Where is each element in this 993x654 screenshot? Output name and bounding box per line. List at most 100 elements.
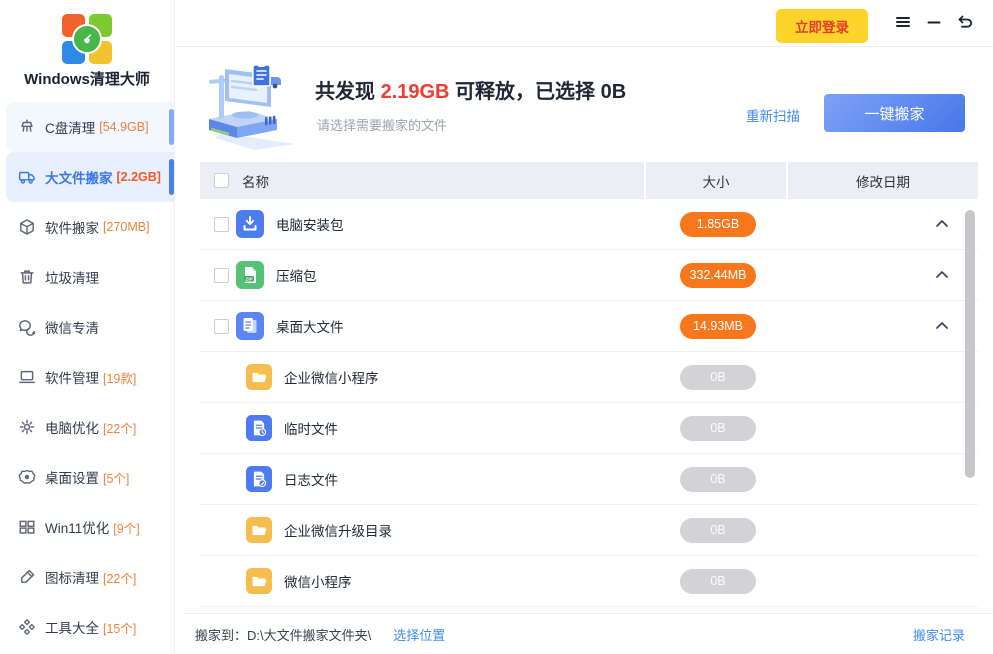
sidebar-item-label: C盘清理 — [45, 117, 95, 137]
file-list: 电脑安装包 1.85GB ZIP压缩包332.44MB桌面大文件14.93MB 企业微… — [200, 199, 978, 607]
folder-icon — [246, 568, 272, 594]
titlebar: 立即登录 — [175, 0, 993, 47]
summary-free-size: 2.19GB — [381, 81, 450, 103]
table-row: 微信小程序0B — [200, 556, 978, 607]
select-all-checkbox[interactable] — [214, 173, 229, 188]
footer-bar: 搬家到： D:\大文件搬家文件夹\ 选择位置 搬家记录 — [185, 613, 993, 654]
sidebar-item-label: 微信专清 — [45, 317, 99, 337]
table-header: 名称 大小 修改日期 — [200, 162, 978, 199]
sidebar-item-truck[interactable]: 大文件搬家[2.2GB] — [6, 152, 174, 202]
chevron-up-icon[interactable] — [934, 216, 950, 232]
sidebar-item-diamonds[interactable]: 工具大全[15个] — [0, 602, 174, 652]
row-label: 桌面大文件 — [276, 316, 648, 336]
sidebar-item-broom[interactable]: C盘清理[54.9GB] — [6, 102, 174, 152]
undo-exit-icon[interactable] — [955, 13, 973, 31]
sidebar-item-gear-circle[interactable]: 桌面设置[5个] — [0, 452, 174, 502]
size-badge: 0B — [680, 518, 756, 543]
summary-prefix: 共发现 — [315, 81, 381, 103]
sidebar-item-package[interactable]: 软件搬家[270MB] — [0, 202, 174, 252]
app-logo-icon — [62, 14, 112, 64]
sidebar-item-label: 垃圾清理 — [45, 267, 99, 287]
size-badge: 0B — [680, 416, 756, 441]
row-label: 临时文件 — [284, 418, 648, 438]
sidebar-item-label: Win11优化 — [45, 517, 109, 537]
sidebar-item-wechat[interactable]: 微信专清 — [0, 302, 174, 352]
folder-icon — [246, 364, 272, 390]
move-history-link[interactable]: 搬家记录 — [913, 625, 965, 644]
brush-icon — [18, 568, 36, 586]
chevron-up-icon[interactable] — [934, 318, 950, 334]
sidebar-item-brush[interactable]: 图标清理[22个] — [0, 552, 174, 602]
table-row: 企业微信升级目录 0B — [200, 505, 978, 556]
choose-location-link[interactable]: 选择位置 — [393, 625, 445, 644]
package-icon — [18, 218, 36, 236]
size-cell: 332.44MB — [648, 263, 788, 288]
column-size-label: 大小 — [703, 171, 730, 191]
column-name-label: 名称 — [242, 171, 269, 191]
table-row[interactable]: 电脑安装包 1.85GB — [200, 199, 978, 250]
menu-icon[interactable] — [894, 13, 912, 31]
sidebar-item-laptop[interactable]: 软件管理[19款] — [0, 352, 174, 402]
move-to-label: 搬家到： — [195, 625, 247, 644]
sidebar-item-value: [22个] — [103, 568, 136, 587]
table-row[interactable]: ZIP压缩包332.44MB — [200, 250, 978, 301]
logo-broom-icon — [72, 24, 102, 54]
row-label: 电脑安装包 — [276, 214, 648, 234]
svg-text:ZIP: ZIP — [245, 276, 252, 281]
sidebar-item-trash[interactable]: 垃圾清理 — [0, 252, 174, 302]
size-cell: 0B — [648, 467, 788, 492]
broom-icon — [18, 118, 36, 136]
size-cell: 0B — [648, 518, 788, 543]
installer-icon — [236, 210, 264, 238]
summary-title: 共发现 2.19GB 可释放，已选择 0B — [315, 75, 626, 104]
sidebar-item-value: [2.2GB] — [117, 170, 161, 184]
trash-icon — [18, 268, 36, 286]
docs-icon — [236, 312, 264, 340]
app-title: Windows清理大师 — [0, 68, 174, 89]
table-row: 日志文件0B — [200, 454, 978, 505]
size-cell: 1.85GB — [648, 212, 788, 237]
sidebar-item-value: [15个] — [103, 618, 136, 637]
size-cell: 0B — [648, 569, 788, 594]
row-label: 微信小程序 — [284, 571, 648, 591]
row-label: 日志文件 — [284, 469, 648, 489]
chevron-up-icon[interactable] — [934, 267, 950, 283]
sidebar-item-gear-flower[interactable]: 电脑优化[22个] — [0, 402, 174, 452]
sidebar-item-label: 工具大全 — [45, 617, 99, 637]
row-label: 企业微信升级目录 — [284, 520, 648, 540]
computer-illustration-icon — [197, 57, 299, 153]
sidebar-item-window-grid[interactable]: Win11优化[9个] — [0, 502, 174, 552]
date-cell — [788, 318, 978, 334]
row-checkbox[interactable] — [214, 217, 229, 232]
column-name: 名称 — [200, 162, 644, 199]
sidebar-item-value: [270MB] — [103, 220, 150, 234]
sidebar: Windows清理大师 C盘清理[54.9GB]大文件搬家[2.2GB]软件搬家… — [0, 0, 175, 654]
size-cell: 0B — [648, 416, 788, 441]
size-badge: 1.85GB — [680, 212, 756, 237]
row-checkbox[interactable] — [214, 319, 229, 334]
sidebar-item-label: 图标清理 — [45, 567, 99, 587]
window-grid-icon — [18, 518, 36, 536]
table-row: 临时文件 0B — [200, 403, 978, 454]
row-label: 企业微信小程序 — [284, 367, 648, 387]
row-checkbox[interactable] — [214, 268, 229, 283]
sidebar-item-value: [9个] — [113, 518, 139, 537]
login-button[interactable]: 立即登录 — [776, 9, 868, 43]
vertical-scrollbar[interactable] — [965, 210, 975, 478]
column-date: 修改日期 — [788, 162, 978, 199]
zip-icon: ZIP — [236, 261, 264, 289]
sidebar-item-value: [19款] — [103, 368, 136, 387]
minimize-icon[interactable] — [925, 13, 943, 31]
date-cell — [788, 216, 978, 232]
table-row[interactable]: 桌面大文件14.93MB — [200, 301, 978, 352]
gear-circle-icon — [18, 468, 36, 486]
rescan-link[interactable]: 重新扫描 — [746, 105, 800, 125]
column-size: 大小 — [646, 162, 786, 199]
summary-subtitle: 请选择需要搬家的文件 — [317, 115, 447, 134]
scan-summary: 共发现 2.19GB 可释放，已选择 0B 请选择需要搬家的文件 重新扫描 一键… — [175, 47, 993, 162]
sidebar-item-label: 桌面设置 — [45, 467, 99, 487]
doc-clock-icon — [246, 415, 272, 441]
diamonds-icon — [18, 618, 36, 636]
doc-log-icon — [246, 466, 272, 492]
one-click-move-button[interactable]: 一键搬家 — [824, 94, 965, 132]
